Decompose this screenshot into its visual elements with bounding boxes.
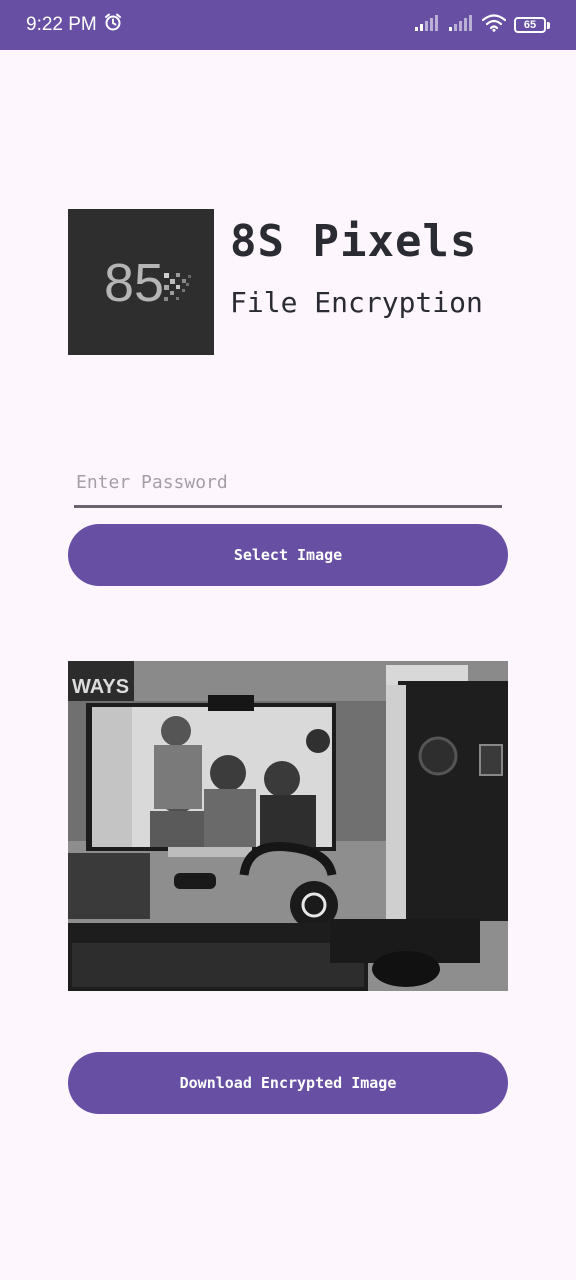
logo-graphic: 85 — [104, 253, 191, 313]
app-logo: 85 — [68, 209, 214, 355]
status-time: 9:22 PM — [26, 14, 97, 35]
alarm-icon — [103, 12, 123, 38]
app-title: 8S Pixels — [230, 216, 478, 267]
logo-text: 85 — [104, 253, 164, 313]
password-input[interactable] — [74, 460, 502, 508]
signal-icon — [414, 14, 440, 36]
status-left: 9:22 PM — [26, 12, 123, 38]
download-encrypted-image-button[interactable]: Download Encrypted Image — [68, 1052, 508, 1114]
battery-level: 65 — [514, 17, 546, 33]
svg-text:WAYS: WAYS — [72, 676, 129, 698]
app-subtitle: File Encryption — [230, 286, 483, 319]
battery-icon: 65 — [514, 17, 550, 33]
select-image-button[interactable]: Select Image — [68, 524, 508, 586]
wifi-icon — [481, 14, 507, 36]
status-bar: 9:22 PM 65 — [0, 0, 576, 50]
status-right: 65 — [414, 14, 550, 36]
battery-tip — [547, 21, 550, 29]
signal-icon-2 — [448, 14, 474, 36]
selected-image-preview: WAYS — [68, 661, 508, 991]
